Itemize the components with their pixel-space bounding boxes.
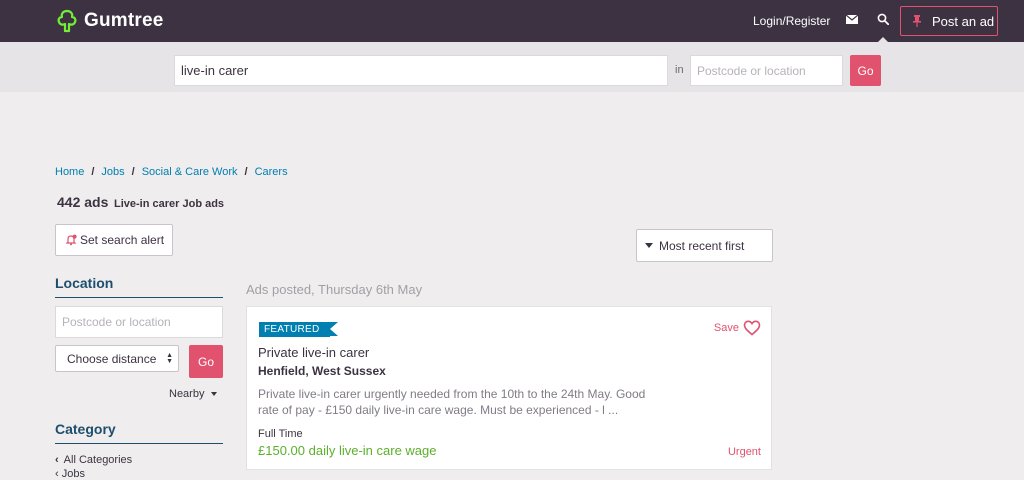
search-icon[interactable] <box>877 13 889 25</box>
breadcrumb: Home / Jobs / Social & Care Work / Carer… <box>55 166 288 178</box>
set-search-alert-button[interactable]: Set search alert <box>55 224 173 256</box>
breadcrumb-separator: / <box>131 166 135 178</box>
search-go-button[interactable]: Go <box>850 55 881 86</box>
nearby-toggle[interactable]: Nearby <box>169 388 218 400</box>
all-categories-link[interactable]: ‹ All Categories <box>55 454 132 466</box>
login-register-link[interactable]: Login/Register <box>753 14 830 28</box>
bell-alert-icon <box>65 234 77 246</box>
posted-date-heading: Ads posted, Thursday 6th May <box>246 282 423 297</box>
results-count: 442 ads Live-in carer Job ads <box>57 194 224 210</box>
post-ad-label: Post an ad <box>932 13 995 29</box>
all-categories-label: All Categories <box>63 454 133 466</box>
results-description: Live-in carer Job ads <box>114 198 225 210</box>
jobs-category-link[interactable]: ‹ Jobs <box>55 468 85 480</box>
save-label: Save <box>713 322 739 334</box>
sort-dropdown[interactable]: Most recent first <box>636 229 773 262</box>
breadcrumb-home[interactable]: Home <box>55 166 84 178</box>
select-arrows-icon: ▲ ▼ <box>166 352 173 365</box>
listing-title[interactable]: Private live-in carer <box>258 345 369 360</box>
search-bar: in Go <box>0 42 1024 92</box>
breadcrumb-separator: / <box>244 166 248 178</box>
listing-location: Henfield, West Sussex <box>258 364 386 378</box>
distance-label: Choose distance <box>67 351 157 366</box>
sort-label: Most recent first <box>659 238 745 253</box>
logo-text: Gumtree <box>84 10 164 31</box>
distance-select[interactable]: Choose distance ▲ ▼ <box>55 345 179 372</box>
chevron-left-icon: ‹ <box>55 468 62 480</box>
chevron-left-icon: ‹ <box>55 454 59 466</box>
breadcrumb-carers[interactable]: Carers <box>255 166 288 178</box>
breadcrumb-social-care-work[interactable]: Social & Care Work <box>142 166 238 178</box>
listing-wage: £150.00 daily live-in care wage <box>258 443 437 458</box>
ad-count: 442 ads <box>57 194 109 210</box>
location-heading: Location <box>55 275 223 298</box>
gumtree-logo[interactable]: Gumtree <box>56 9 164 33</box>
pin-icon <box>913 15 921 27</box>
sidebar-postcode-input[interactable] <box>55 306 223 338</box>
chevron-down-icon <box>211 392 218 396</box>
sidebar-go-button[interactable]: Go <box>189 345 223 378</box>
jobs-category-label: Jobs <box>61 468 85 480</box>
urgent-label: Urgent <box>727 446 761 458</box>
set-search-alert-label: Set search alert <box>80 233 165 247</box>
breadcrumb-jobs[interactable]: Jobs <box>101 166 124 178</box>
in-label: in <box>675 64 684 76</box>
breadcrumb-separator: / <box>91 166 95 178</box>
listing-description: Private live-in carer urgently needed fr… <box>258 387 646 417</box>
tree-logo-icon <box>57 9 77 33</box>
featured-badge: FEATURED <box>259 322 338 337</box>
listing-card[interactable]: FEATURED Save Private live-in carer Henf… <box>246 306 772 470</box>
search-input[interactable] <box>174 55 668 86</box>
top-navigation: Gumtree Login/Register Post an ad <box>0 0 1024 42</box>
heart-icon <box>743 320 761 336</box>
location-input[interactable] <box>690 55 843 86</box>
chevron-down-icon <box>645 243 653 248</box>
nearby-label: Nearby <box>169 388 205 400</box>
post-ad-button[interactable]: Post an ad <box>900 6 998 36</box>
save-button[interactable]: Save <box>714 320 761 336</box>
job-type: Full Time <box>258 428 303 440</box>
mail-icon[interactable] <box>846 15 858 24</box>
category-heading: Category <box>55 421 223 444</box>
